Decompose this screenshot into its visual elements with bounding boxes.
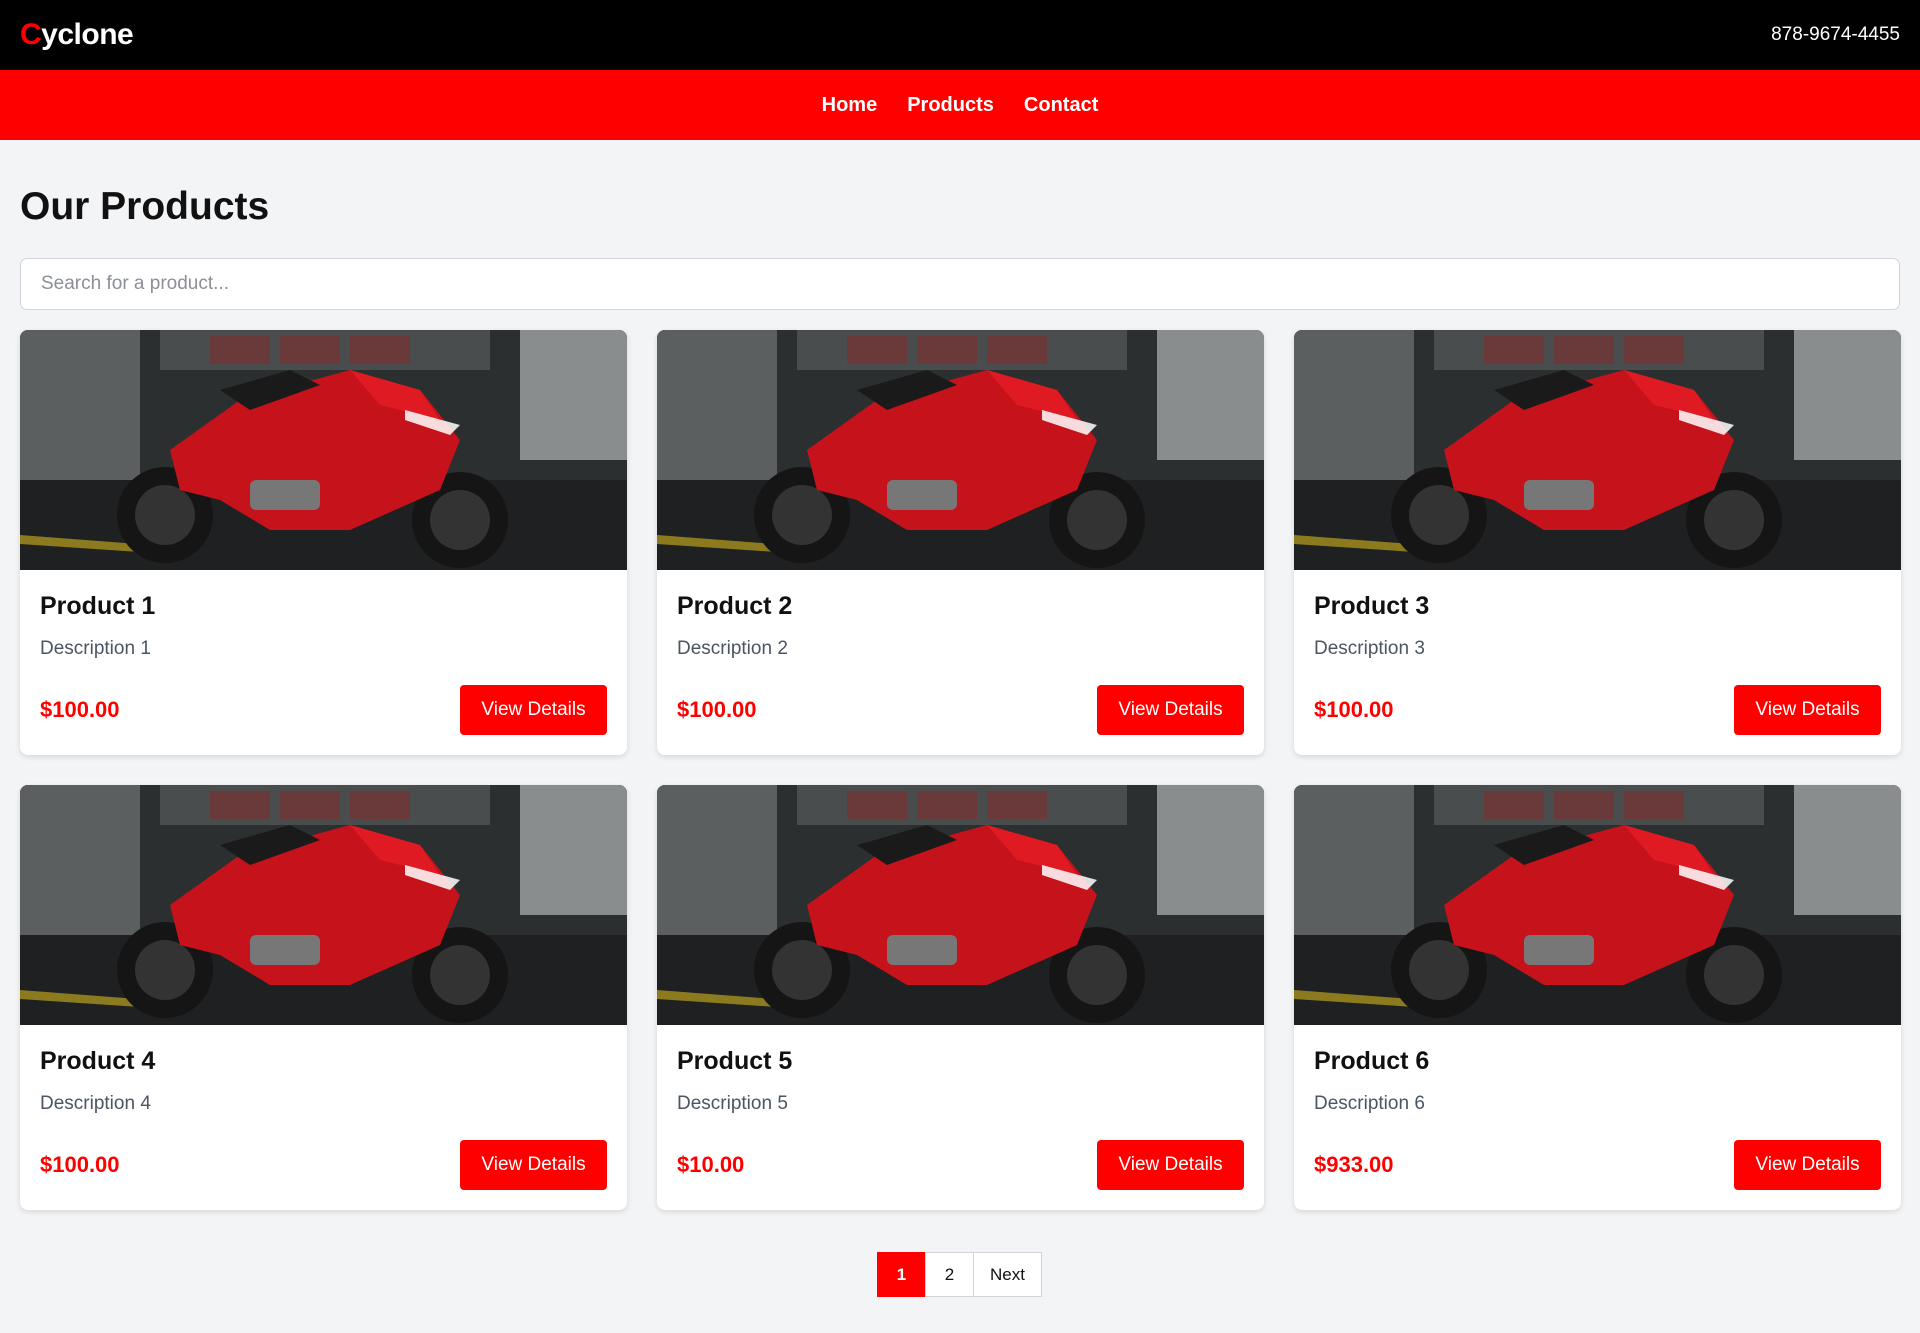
product-price: $933.00 bbox=[1314, 1152, 1394, 1177]
view-details-button[interactable]: View Details bbox=[1734, 685, 1881, 735]
product-image[interactable] bbox=[657, 330, 1264, 570]
product-price: $100.00 bbox=[677, 697, 757, 722]
view-details-button[interactable]: View Details bbox=[1097, 1140, 1244, 1190]
product-card[interactable]: Product 1 Description 1 $100.00 View Det… bbox=[20, 330, 627, 755]
brand-rest: yclone bbox=[41, 18, 134, 51]
product-card-footer: $100.00 View Details bbox=[40, 685, 607, 735]
product-card[interactable]: Product 5 Description 5 $10.00 View Deta… bbox=[657, 785, 1264, 1210]
main-nav: Home Products Contact bbox=[0, 70, 1920, 140]
red-motorcycle-image bbox=[657, 785, 1264, 1025]
brand-first-letter: C bbox=[20, 18, 42, 51]
product-description: Description 1 bbox=[40, 638, 151, 659]
product-description: Description 5 bbox=[677, 1093, 788, 1114]
nav-home[interactable]: Home bbox=[822, 94, 878, 117]
product-description: Description 4 bbox=[40, 1093, 151, 1114]
product-card[interactable]: Product 2 Description 2 $100.00 View Det… bbox=[657, 330, 1264, 755]
brand-logo[interactable]: Cyclone bbox=[20, 18, 134, 52]
page-1-button[interactable]: 1 bbox=[877, 1252, 927, 1297]
product-description: Description 3 bbox=[1314, 638, 1425, 659]
product-card-body: Product 5 Description 5 $10.00 View Deta… bbox=[657, 1025, 1264, 1210]
product-card-footer: $100.00 View Details bbox=[40, 1140, 607, 1190]
view-details-button[interactable]: View Details bbox=[1097, 685, 1244, 735]
product-image[interactable] bbox=[1294, 785, 1901, 1025]
page-2-button[interactable]: 2 bbox=[925, 1252, 975, 1297]
product-title: Product 5 bbox=[677, 1047, 793, 1075]
red-motorcycle-image bbox=[20, 785, 627, 1025]
pagination: 1 2 Next bbox=[20, 1252, 1900, 1297]
view-details-button[interactable]: View Details bbox=[1734, 1140, 1881, 1190]
product-card-footer: $10.00 View Details bbox=[677, 1140, 1244, 1190]
product-image[interactable] bbox=[1294, 330, 1901, 570]
red-motorcycle-image bbox=[1294, 785, 1901, 1025]
product-card-body: Product 3 Description 3 $100.00 View Det… bbox=[1294, 570, 1901, 755]
product-card-footer: $100.00 View Details bbox=[677, 685, 1244, 735]
red-motorcycle-image bbox=[1294, 330, 1901, 570]
product-description: Description 6 bbox=[1314, 1093, 1425, 1114]
red-motorcycle-image bbox=[20, 330, 627, 570]
red-motorcycle-image bbox=[657, 330, 1264, 570]
product-grid: Product 1 Description 1 $100.00 View Det… bbox=[20, 330, 1901, 1210]
product-title: Product 2 bbox=[677, 592, 793, 620]
product-price: $100.00 bbox=[40, 1152, 120, 1177]
product-card-body: Product 6 Description 6 $933.00 View Det… bbox=[1294, 1025, 1901, 1210]
page-title: Our Products bbox=[20, 185, 270, 228]
nav-products[interactable]: Products bbox=[907, 94, 994, 117]
view-details-button[interactable]: View Details bbox=[460, 1140, 607, 1190]
product-image[interactable] bbox=[657, 785, 1264, 1025]
product-card-body: Product 1 Description 1 $100.00 View Det… bbox=[20, 570, 627, 755]
product-image[interactable] bbox=[20, 330, 627, 570]
product-price: $100.00 bbox=[1314, 697, 1394, 722]
view-details-button[interactable]: View Details bbox=[460, 685, 607, 735]
top-bar: Cyclone 878-9674-4455 bbox=[0, 0, 1920, 70]
phone-number: 878-9674-4455 bbox=[1771, 24, 1900, 45]
product-card[interactable]: Product 4 Description 4 $100.00 View Det… bbox=[20, 785, 627, 1210]
product-card[interactable]: Product 3 Description 3 $100.00 View Det… bbox=[1294, 330, 1901, 755]
product-title: Product 4 bbox=[40, 1047, 156, 1075]
product-title: Product 3 bbox=[1314, 592, 1430, 620]
product-description: Description 2 bbox=[677, 638, 788, 659]
product-title: Product 1 bbox=[40, 592, 156, 620]
product-card-body: Product 4 Description 4 $100.00 View Det… bbox=[20, 1025, 627, 1210]
product-card-footer: $933.00 View Details bbox=[1314, 1140, 1881, 1190]
product-image[interactable] bbox=[20, 785, 627, 1025]
product-title: Product 6 bbox=[1314, 1047, 1430, 1075]
product-price: $10.00 bbox=[677, 1152, 745, 1177]
next-page-button[interactable]: Next bbox=[973, 1252, 1042, 1297]
product-card-footer: $100.00 View Details bbox=[1314, 685, 1881, 735]
main-content: Our Products Search for a product... Pro… bbox=[0, 185, 1920, 1297]
product-card-body: Product 2 Description 2 $100.00 View Det… bbox=[657, 570, 1264, 755]
product-price: $100.00 bbox=[40, 697, 120, 722]
nav-contact[interactable]: Contact bbox=[1024, 94, 1098, 117]
product-card[interactable]: Product 6 Description 6 $933.00 View Det… bbox=[1294, 785, 1901, 1210]
search-input[interactable] bbox=[20, 258, 1900, 310]
